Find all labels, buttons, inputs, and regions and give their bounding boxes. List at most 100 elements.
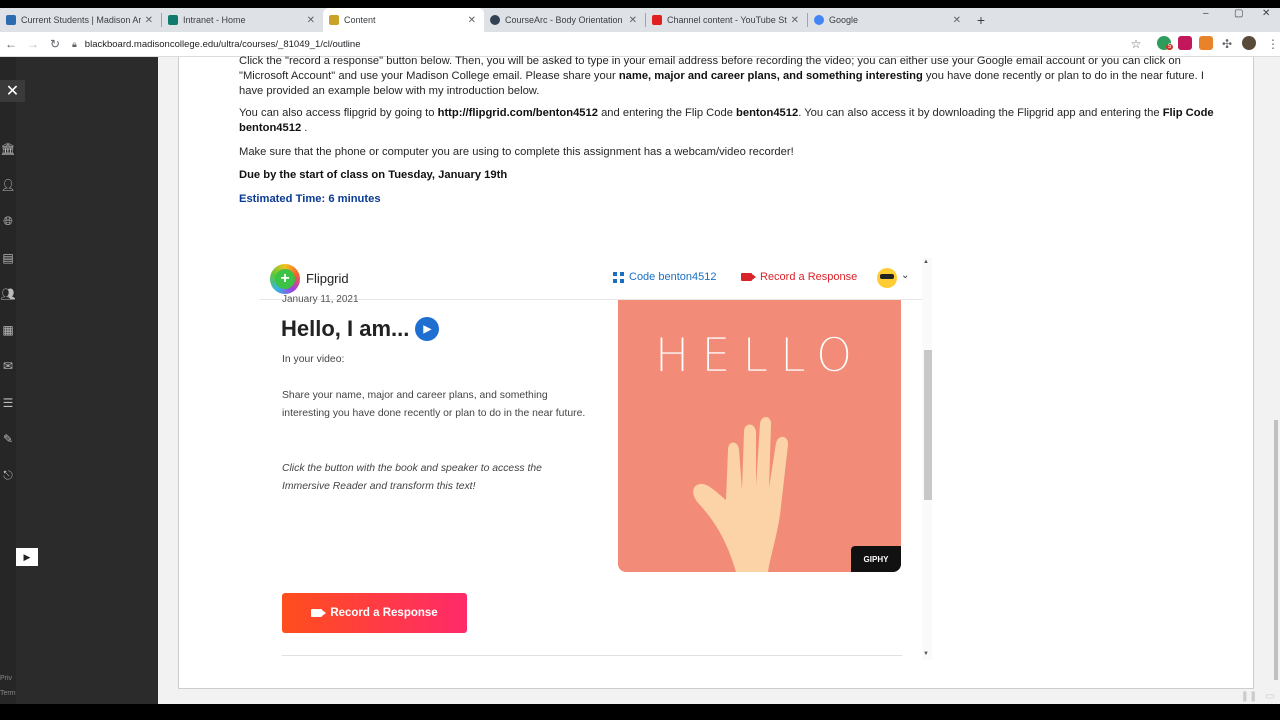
minimize-window-button[interactable]: – [1203, 8, 1209, 28]
pause-icon[interactable]: ❚❚ [1241, 690, 1258, 702]
scroll-down-arrow-icon[interactable]: ▼ [923, 651, 929, 657]
tab-favicon-icon [168, 15, 178, 25]
extension-icon[interactable] [1178, 36, 1192, 50]
close-window-button[interactable]: ✕ [1262, 8, 1270, 28]
flip-code-button[interactable]: Code benton4512 [613, 271, 716, 283]
top-strip [0, 0, 1280, 8]
browser-tab[interactable]: Channel content - YouTube Studi ✕ [646, 8, 807, 32]
flip-code: benton4512 [736, 107, 799, 119]
waving-hand-icon [693, 416, 789, 572]
sign-out-icon[interactable]: ⎋ [0, 467, 16, 483]
extensions-puzzle-icon[interactable]: ✣ [1216, 33, 1238, 55]
hello-gif[interactable]: HELLO GIPHY [618, 300, 901, 572]
prompt-line: interesting you have done recently or pl… [282, 408, 586, 419]
estimated-time: Estimated Time: 6 minutes [239, 193, 381, 205]
tab-title: Channel content - YouTube Studi [667, 15, 787, 25]
qr-grid-icon [613, 271, 624, 283]
profile-avatar[interactable] [1242, 36, 1256, 50]
google-favicon-icon [814, 15, 824, 25]
browser-tab[interactable]: Intranet - Home ✕ [162, 8, 323, 32]
tab-title: CourseArc - Body Orientation an [505, 15, 625, 25]
scroll-up-arrow-icon[interactable]: ▲ [923, 259, 929, 265]
browser-tab[interactable]: Google ✕ [808, 8, 969, 32]
tab-close-icon[interactable]: ✕ [145, 15, 153, 26]
record-response-header-button[interactable]: Record a Response [741, 271, 857, 283]
browser-menu-icon[interactable]: ⋮ [1262, 33, 1280, 55]
topic-subtitle: In your video: [282, 354, 345, 365]
tab-title: Current Students | Madison Area [21, 15, 141, 25]
text-span: . You can also access it by downloading … [798, 107, 1163, 119]
record-label: Record a Response [760, 271, 858, 283]
forward-arrow-icon[interactable]: → [22, 33, 44, 55]
immersive-reader-icon[interactable]: ▶︎ [415, 317, 440, 341]
grades-icon[interactable]: ☰ [0, 395, 16, 411]
instructions-line: Click the "record a response" button bel… [239, 55, 1181, 67]
chevron-down-icon[interactable]: ⌄ [901, 270, 909, 281]
profile-icon[interactable]: 👤︎ [0, 177, 16, 193]
url-text: blackboard.madisoncollege.edu/ultra/cour… [84, 39, 361, 50]
giphy-badge: GIPHY [851, 546, 901, 572]
prompt-line: Share your name, major and career plans,… [282, 390, 548, 401]
play-button[interactable]: ▶ [16, 548, 38, 566]
topic-prompt: Share your name, major and career plans,… [282, 387, 612, 423]
lock-icon: 🔒︎ [72, 39, 77, 49]
tab-close-icon[interactable]: ✕ [307, 15, 315, 26]
bottom-strip [0, 704, 1280, 720]
note-line: Click the button with the book and speak… [282, 463, 542, 474]
tab-close-icon[interactable]: ✕ [629, 15, 637, 26]
calendar-icon[interactable]: ▦ [0, 322, 16, 338]
flipgrid-embed: + Flipgrid Code benton4512 Record a Resp… [260, 257, 922, 660]
bold-text: name, major and career plans, and someth… [618, 70, 923, 82]
institution-icon[interactable]: 🏛︎ [0, 141, 16, 157]
browser-tab[interactable]: Current Students | Madison Area ✕ [0, 8, 161, 32]
browser-tab[interactable]: CourseArc - Body Orientation an ✕ [484, 8, 645, 32]
page-scrollbar-thumb[interactable] [1274, 420, 1278, 680]
close-panel-button[interactable]: ✕ [0, 80, 25, 102]
instructions-line: "Microsoft Account" and use your Madison… [239, 69, 1239, 84]
tab-title: Google [829, 15, 859, 25]
organizations-icon[interactable]: 👥︎ [0, 286, 16, 302]
account-emoji-avatar[interactable] [877, 268, 897, 288]
flip-code-label: Code benton4512 [629, 271, 717, 283]
tab-title: Intranet - Home [183, 15, 246, 25]
topic-title: Hello, I am... ▶︎ [281, 316, 440, 342]
reload-icon[interactable]: ↻ [44, 33, 66, 55]
instructions-paragraph: Click the "record a response" button bel… [239, 54, 1239, 99]
flip-code: benton4512 [239, 122, 302, 134]
flipgrid-brand: Flipgrid [306, 271, 349, 286]
flipgrid-header: + Flipgrid Code benton4512 Record a Resp… [260, 257, 922, 300]
tab-title: Content [344, 15, 376, 25]
back-arrow-icon[interactable]: ← [0, 33, 22, 55]
extension-metamask-icon[interactable] [1199, 36, 1213, 50]
instructions-line: have provided an example below with my i… [239, 85, 540, 97]
bookmark-star-icon[interactable]: ☆ [1125, 33, 1147, 55]
webcam-note: Make sure that the phone or computer you… [239, 146, 794, 158]
blackboard-left-rail: 🏛︎ 👤︎ 🌐︎ ▤ 👥︎ ▦ ✉ ☰ ✎ ⎋ Priv Term [0, 57, 16, 704]
tab-favicon-icon [6, 15, 16, 25]
tab-close-icon[interactable]: ✕ [791, 15, 799, 26]
privacy-link[interactable]: Priv [0, 675, 12, 682]
divider [282, 655, 902, 656]
embed-scrollbar-thumb[interactable] [924, 350, 932, 500]
text-span: and entering the Flip Code [597, 107, 737, 119]
fullscreen-icon[interactable]: ▭ [1262, 690, 1278, 702]
flipgrid-link[interactable]: http://flipgrid.com/benton4512 [438, 107, 598, 119]
terms-link[interactable]: Term [0, 690, 16, 697]
camera-icon [741, 273, 756, 281]
browser-tab-active[interactable]: Content ✕ [323, 8, 484, 32]
tab-close-icon[interactable]: ✕ [468, 15, 476, 26]
tab-close-icon[interactable]: ✕ [953, 15, 961, 26]
new-tab-button[interactable]: + [969, 8, 993, 32]
address-bar[interactable]: 🔒︎ blackboard.madisoncollege.edu/ultra/c… [66, 35, 1146, 54]
bold-text: Flip Code [1162, 107, 1214, 119]
due-date: Due by the start of class on Tuesday, Ja… [239, 169, 508, 181]
globe-icon[interactable]: 🌐︎ [0, 213, 16, 229]
text-span: "Microsoft Account" and use your Madison… [239, 70, 619, 82]
maximize-window-button[interactable]: ▢ [1234, 8, 1243, 28]
courses-icon[interactable]: ▤ [0, 250, 16, 266]
messages-icon[interactable]: ✉ [0, 358, 16, 374]
text-span: You can also access flipgrid by going to [239, 107, 438, 119]
record-response-button[interactable]: Record a Response [282, 593, 467, 633]
browser-tabbar: Current Students | Madison Area ✕ Intrane… [0, 8, 1280, 32]
tools-icon[interactable]: ✎ [0, 431, 16, 447]
